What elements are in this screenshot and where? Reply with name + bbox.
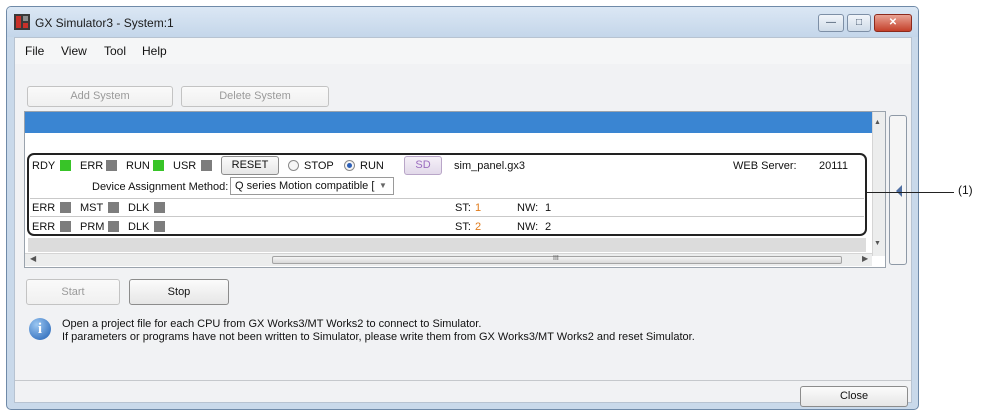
net1-dlk-led — [154, 202, 165, 213]
scroll-grip: III — [553, 255, 559, 262]
close-icon: ✕ — [888, 17, 898, 28]
row-divider — [30, 216, 864, 217]
run-radio[interactable] — [344, 160, 355, 171]
device-assignment-select[interactable]: Q series Motion compatible [ ▼ — [230, 177, 394, 195]
menu-file[interactable]: File — [25, 44, 44, 58]
start-button[interactable]: Start — [26, 279, 120, 305]
net1-mst-led — [108, 202, 119, 213]
device-assignment-value: Q series Motion compatible [ — [235, 180, 375, 192]
net1-dlk-label: DLK — [128, 202, 150, 214]
net2-err-label: ERR — [32, 221, 56, 233]
minimize-button[interactable]: — — [818, 14, 844, 32]
close-window-button[interactable]: ✕ — [874, 14, 912, 32]
chevron-down-icon: ▼ — [379, 181, 387, 190]
net2-st-label: ST: — [455, 221, 471, 233]
err-led — [106, 160, 117, 171]
footer-divider — [15, 380, 911, 381]
usr-led — [201, 160, 212, 171]
delete-system-button[interactable]: Delete System — [181, 86, 329, 107]
net2-prm-label: PRM — [80, 221, 105, 233]
info-icon: i — [29, 318, 51, 340]
net2-nw-value: 2 — [545, 221, 552, 233]
callout-label: (1) — [958, 183, 973, 197]
menu-help[interactable]: Help — [142, 44, 167, 58]
net2-st-value: 2 — [475, 221, 482, 233]
menu-view[interactable]: View — [61, 44, 87, 58]
run-radio-label: RUN — [360, 160, 384, 172]
maximize-button[interactable]: □ — [847, 14, 871, 32]
net2-dlk-label: DLK — [128, 221, 150, 233]
add-system-button[interactable]: Add System — [27, 86, 173, 107]
selected-system-row[interactable] — [25, 112, 872, 133]
web-server-port: 20111 — [819, 160, 848, 172]
stop-button[interactable]: Stop — [129, 279, 229, 305]
run-led — [153, 160, 164, 171]
net1-err-label: ERR — [32, 202, 56, 214]
menu-tool[interactable]: Tool — [104, 44, 126, 58]
project-file-name: sim_panel.gx3 — [454, 160, 525, 172]
scroll-up-icon[interactable]: ▲ — [874, 119, 881, 126]
vertical-scrollbar[interactable] — [872, 112, 885, 256]
net2-dlk-led — [154, 221, 165, 232]
rdy-label: RDY — [32, 160, 56, 172]
net1-nw-value: 1 — [545, 202, 552, 214]
rdy-led — [60, 160, 71, 171]
close-button[interactable]: Close — [800, 386, 908, 407]
callout-line — [866, 192, 954, 193]
net1-st-value: 1 — [475, 202, 482, 214]
net2-prm-led — [108, 221, 119, 232]
maximize-icon: □ — [855, 17, 863, 28]
info-line-2: If parameters or programs have not been … — [62, 331, 695, 343]
scroll-left-icon[interactable]: ◀ — [30, 254, 36, 263]
run-status-label: RUN — [126, 160, 150, 172]
minimize-icon: — — [826, 17, 836, 28]
list-empty-area — [28, 238, 866, 252]
reset-button[interactable]: RESET — [221, 156, 279, 175]
net1-nw-label: NW: — [517, 202, 539, 214]
chevron-left-icon — [896, 185, 902, 197]
net1-mst-label: MST — [80, 202, 104, 214]
net2-nw-label: NW: — [517, 221, 539, 233]
net2-err-led — [60, 221, 71, 232]
stop-radio-label: STOP — [304, 160, 334, 172]
window-title: GX Simulator3 - System:1 — [35, 16, 174, 30]
info-line-1: Open a project file for each CPU from GX… — [62, 318, 482, 330]
err-label: ERR — [80, 160, 104, 172]
scroll-down-icon[interactable]: ▼ — [874, 240, 881, 247]
sd-button[interactable]: SD — [404, 156, 442, 175]
usr-label: USR — [173, 160, 197, 172]
net1-st-label: ST: — [455, 202, 471, 214]
web-server-label: WEB Server: — [733, 160, 797, 172]
stop-radio[interactable] — [288, 160, 299, 171]
device-assignment-label: Device Assignment Method: — [92, 181, 229, 193]
row-divider — [30, 198, 864, 199]
scroll-right-icon[interactable]: ▶ — [862, 254, 868, 263]
app-icon — [14, 14, 30, 30]
net1-err-led — [60, 202, 71, 213]
